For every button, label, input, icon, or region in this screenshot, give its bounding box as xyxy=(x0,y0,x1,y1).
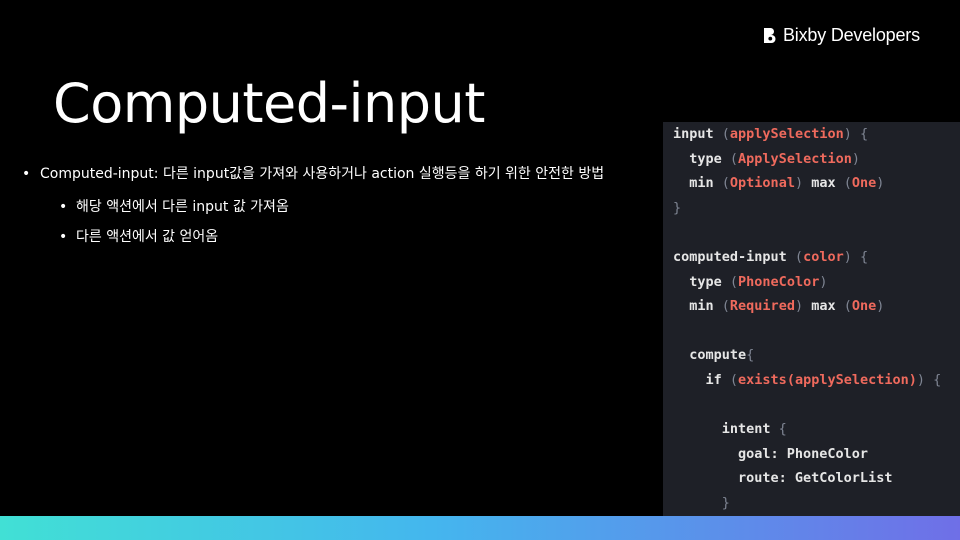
code-line: computed-input (color) { xyxy=(673,245,960,270)
code-token: min xyxy=(673,298,722,315)
code-token: { xyxy=(933,371,942,388)
code-token: ( xyxy=(721,175,730,192)
code-token: One xyxy=(851,298,877,315)
code-token: type xyxy=(673,150,730,167)
code-token: } xyxy=(673,494,730,511)
code-token: intent xyxy=(673,421,779,438)
code-token: applySelection xyxy=(729,126,844,142)
code-token: { xyxy=(778,421,787,438)
code-line: input (applySelection) { xyxy=(673,122,960,147)
code-token: Required xyxy=(729,298,795,315)
code-line: route: GetColorList xyxy=(673,466,960,491)
code-token: ) xyxy=(916,371,925,388)
code-token: ApplySelection xyxy=(738,150,852,167)
bullet-dot: • xyxy=(59,199,68,215)
code-token: ) xyxy=(794,175,804,192)
code-line: min (Required) max (One) xyxy=(673,294,960,319)
code-panel: input (applySelection) { type (ApplySele… xyxy=(663,122,960,516)
code-token: ( xyxy=(729,371,739,388)
bullet-dot: • xyxy=(22,166,31,182)
code-token: compute xyxy=(673,347,747,364)
code-line: type (PhoneColor) xyxy=(673,270,960,295)
sub-bullet-item: • 다른 액션에서 값 얻어옴 xyxy=(22,222,622,252)
sub-bullet-item: • 해당 액션에서 다른 input 값 가져옴 xyxy=(22,192,622,222)
code-token: { xyxy=(859,248,869,265)
code-token: ) xyxy=(851,150,860,167)
slide-title: Computed-input xyxy=(53,72,485,135)
code-token: ( xyxy=(843,175,852,192)
code-token: One xyxy=(851,175,877,192)
code-token: max xyxy=(803,175,844,192)
code-token: min xyxy=(673,175,722,192)
code-token: ( xyxy=(721,298,730,315)
code-token: exists(applySelection) xyxy=(738,371,917,388)
sub-bullet-text: 해당 액션에서 다른 input 값 가져옴 xyxy=(76,199,289,215)
code-token: ) xyxy=(843,248,852,265)
code-block: input (applySelection) { type (ApplySele… xyxy=(663,122,960,516)
code-token: Optional xyxy=(729,175,795,192)
code-token: } xyxy=(673,199,682,216)
code-token: ( xyxy=(843,298,852,315)
code-token: goal: PhoneColor xyxy=(673,445,869,462)
code-token: { xyxy=(746,347,755,364)
code-token: ( xyxy=(721,126,730,142)
code-line: } xyxy=(673,196,960,221)
code-line: } xyxy=(673,491,960,516)
code-token: ) xyxy=(876,298,885,315)
code-line: if (exists(applySelection)) { xyxy=(673,368,960,393)
code-token: ( xyxy=(794,248,804,265)
code-token: ( xyxy=(729,273,739,290)
code-token: ( xyxy=(729,150,739,167)
bullet-item: • Computed-input: 다른 input값을 가져와 사용하거나 a… xyxy=(22,160,622,188)
sub-bullet-text: 다른 액션에서 값 얻어옴 xyxy=(76,229,219,245)
code-token: color xyxy=(803,248,844,265)
code-line: intent { xyxy=(673,417,960,442)
code-token: ) xyxy=(843,126,852,142)
code-line: goal: PhoneColor xyxy=(673,442,960,467)
code-token: type xyxy=(673,273,730,290)
footer-gradient-bar xyxy=(0,516,960,540)
code-token: ) xyxy=(819,273,828,290)
code-token: route: GetColorList xyxy=(673,470,893,487)
code-line: min (Optional) max (One) xyxy=(673,171,960,196)
brand-logo: Bixby Developers xyxy=(762,25,920,46)
brand-name: Bixby Developers xyxy=(783,25,920,45)
bullet-dot: • xyxy=(59,229,68,245)
code-token: { xyxy=(860,126,869,142)
code-token: ) xyxy=(876,175,885,192)
code-token: input xyxy=(673,126,722,142)
bullet-text: Computed-input: 다른 input값을 가져와 사용하거나 act… xyxy=(40,166,605,182)
slide: Bixby Developers Computed-input • Comput… xyxy=(0,0,960,540)
code-line: type (ApplySelection) xyxy=(673,147,960,172)
code-token: computed-input xyxy=(673,248,795,265)
code-token: PhoneColor xyxy=(738,273,820,290)
code-token: ) xyxy=(794,298,804,315)
code-token: max xyxy=(803,298,844,315)
code-token: if xyxy=(673,371,730,388)
bullet-list: • Computed-input: 다른 input값을 가져와 사용하거나 a… xyxy=(22,160,622,252)
bixby-b-icon xyxy=(764,28,776,43)
code-line: compute{ xyxy=(673,343,960,368)
